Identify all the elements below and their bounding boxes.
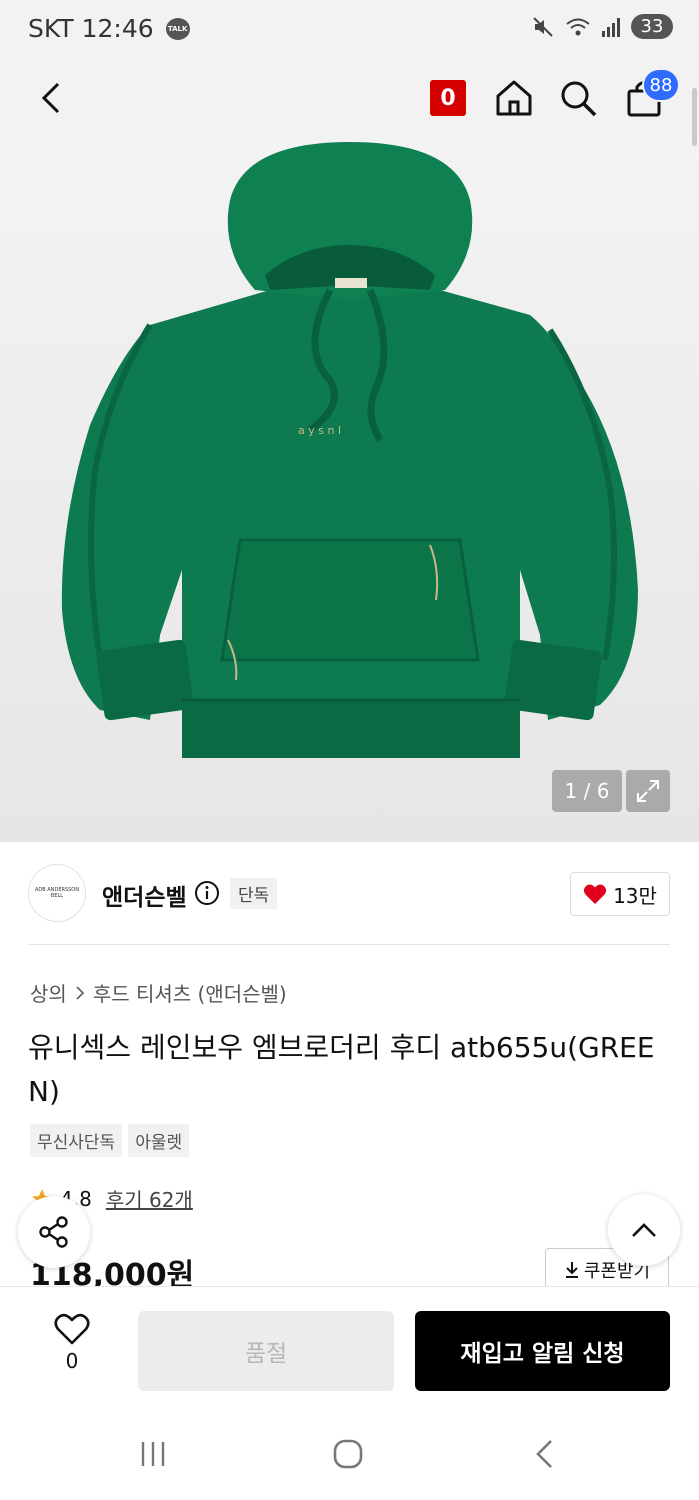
review-link[interactable]: 후기 62개 <box>106 1184 193 1213</box>
heart-filled-icon <box>583 884 607 904</box>
status-bar: SKT 12:46 TALK 33 <box>0 0 699 60</box>
breadcrumb-subcategory[interactable]: 후드 티셔츠 (앤더슨벨) <box>93 978 287 1007</box>
breadcrumb: 상의 후드 티셔츠 (앤더슨벨) <box>30 978 287 1007</box>
expand-image-button[interactable] <box>626 770 670 812</box>
brand-logo-text: ADB ANDERSSON BELL <box>35 887 79 899</box>
scrollbar-thumb[interactable] <box>692 88 697 146</box>
zero-button[interactable]: 0 <box>424 74 472 122</box>
talk-notification-icon: TALK <box>165 17 190 40</box>
cart-count-badge: 88 <box>642 68 680 102</box>
back-button[interactable] <box>28 74 76 122</box>
restock-alert-button[interactable]: 재입고 알림 신청 <box>415 1311 670 1391</box>
bottom-action-bar: 0 품절 재입고 알림 신청 <box>0 1286 699 1410</box>
brand-name-link[interactable]: 앤더슨벨 <box>102 878 187 912</box>
exclusive-tag: 단독 <box>230 878 278 909</box>
hoodie-image: a y s n l <box>61 142 638 758</box>
chevron-up-icon <box>632 1223 656 1237</box>
top-nav: 0 <box>0 60 699 140</box>
status-left: SKT 12:46 TALK <box>28 14 190 43</box>
wifi-icon <box>566 18 590 35</box>
download-icon <box>565 1262 578 1278</box>
home-circle-icon <box>333 1439 363 1469</box>
product-tags: 무신사단독 아울렛 <box>30 1124 190 1157</box>
product-image-gallery[interactable]: a y s n l 1 / 6 <box>0 140 699 842</box>
svg-text:a y s n l: a y s n l <box>298 424 341 437</box>
home-system-button[interactable] <box>323 1432 373 1476</box>
brand-row: ADB ANDERSSON BELL 앤더슨벨 단독 13만 <box>28 862 670 926</box>
back-arrow-icon <box>536 1440 552 1468</box>
recent-apps-icon <box>141 1442 165 1466</box>
battery-indicator: 33 <box>631 14 673 39</box>
share-icon <box>39 1216 68 1248</box>
chevron-right-icon <box>76 985 85 1000</box>
divider <box>28 944 670 945</box>
zero-label: 0 <box>430 80 466 116</box>
home-icon <box>496 80 532 116</box>
scroll-to-top-button[interactable] <box>608 1194 680 1266</box>
product-title: 유니섹스 레인보우 엠브로더리 후디 atb655u(GREEN) <box>28 1031 655 1108</box>
brand-logo[interactable]: ADB ANDERSSON BELL <box>28 864 86 922</box>
chevron-left-icon <box>41 82 60 114</box>
home-button[interactable] <box>490 74 538 122</box>
recent-apps-button[interactable] <box>128 1432 178 1476</box>
back-system-button[interactable] <box>519 1432 569 1476</box>
wishlist-count: 0 <box>65 1349 79 1373</box>
system-nav-bar <box>0 1410 699 1500</box>
carrier-label: SKT <box>28 14 74 43</box>
mute-icon <box>533 16 553 37</box>
soldout-button[interactable]: 품절 <box>138 1311 394 1391</box>
search-button[interactable] <box>554 74 602 122</box>
tag-outlet: 아울렛 <box>128 1124 190 1157</box>
brand-like-button[interactable]: 13만 <box>570 872 670 916</box>
signal-icon <box>602 17 620 37</box>
heart-outline-icon <box>54 1313 90 1345</box>
brand-like-count: 13만 <box>613 883 657 908</box>
wishlist-button[interactable]: 0 <box>40 1313 104 1383</box>
search-icon <box>561 81 597 117</box>
info-icon[interactable] <box>194 880 220 906</box>
tag-musinsa-exclusive: 무신사단독 <box>30 1124 123 1157</box>
breadcrumb-category[interactable]: 상의 <box>30 978 67 1007</box>
expand-icon <box>637 780 659 802</box>
share-button[interactable] <box>18 1196 90 1268</box>
image-counter: 1 / 6 <box>552 770 622 812</box>
status-right: 33 <box>531 14 673 39</box>
clock: 12:46 <box>81 14 154 43</box>
